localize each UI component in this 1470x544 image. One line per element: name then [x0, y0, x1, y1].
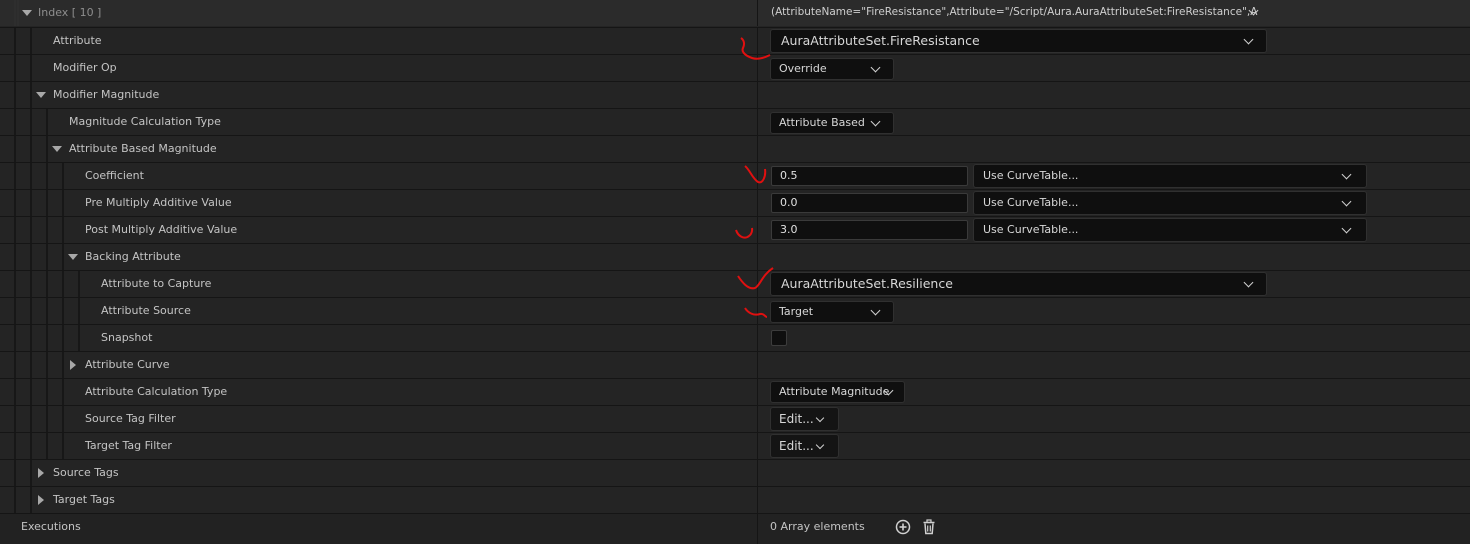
collapse-arrow-icon[interactable]: [22, 10, 32, 16]
magnitude-calc-type-combo[interactable]: Attribute Based: [770, 112, 894, 134]
chevron-down-icon: [1243, 34, 1254, 45]
chevron-down-icon: [870, 116, 881, 127]
coefficient-label: Coefficient: [85, 169, 144, 182]
modifier-op-label: Modifier Op: [53, 61, 117, 74]
add-icon[interactable]: [895, 519, 911, 535]
source-tag-filter-row: Source Tag Filter Edit...: [0, 405, 1470, 432]
modifier-magnitude-label: Modifier Magnitude: [53, 88, 160, 101]
snapshot-checkbox[interactable]: [771, 330, 787, 346]
magnitude-calc-type-row: Magnitude Calculation Type Attribute Bas…: [0, 108, 1470, 135]
attribute-source-combo[interactable]: Target: [770, 301, 894, 323]
chevron-down-icon: [870, 305, 881, 316]
coefficient-curve-combo[interactable]: Use CurveTable...: [973, 164, 1367, 188]
source-tag-filter-edit-button[interactable]: Edit...: [770, 407, 839, 431]
source-tag-filter-label: Source Tag Filter: [85, 412, 176, 425]
attribute-calc-type-row: Attribute Calculation Type Attribute Mag…: [0, 378, 1470, 405]
attribute-combo[interactable]: AuraAttributeSet.FireResistance: [770, 29, 1267, 53]
executions-row: Executions 0 Array elements: [0, 513, 1470, 544]
attribute-label: Attribute: [53, 34, 102, 47]
attribute-calc-type-label: Attribute Calculation Type: [85, 385, 228, 398]
expand-arrow-icon[interactable]: [38, 468, 44, 478]
pre-multiply-curve-combo[interactable]: Use CurveTable...: [973, 191, 1367, 215]
chevron-down-icon: [815, 440, 825, 450]
attribute-source-row: Attribute Source Target: [0, 297, 1470, 324]
chevron-down-icon: [1341, 169, 1352, 180]
post-multiply-label: Post Multiply Additive Value: [85, 223, 238, 236]
source-tags-label: Source Tags: [53, 466, 119, 479]
attribute-curve-row[interactable]: Attribute Curve: [0, 351, 1470, 378]
pre-multiply-label: Pre Multiply Additive Value: [85, 196, 232, 209]
attribute-calc-type-combo[interactable]: Attribute Magnitude: [770, 381, 905, 403]
chevron-down-icon: [870, 62, 881, 73]
backing-attribute-row[interactable]: Backing Attribute: [0, 243, 1470, 270]
grip-rail: [14, 0, 16, 26]
modifier-op-row: Modifier Op Override: [0, 54, 1470, 81]
executions-count: 0 Array elements: [770, 520, 865, 533]
attribute-curve-label: Attribute Curve: [85, 358, 170, 371]
target-tags-row[interactable]: Target Tags: [0, 486, 1470, 513]
modifier-op-combo[interactable]: Override: [770, 58, 894, 80]
post-multiply-input[interactable]: 3.0: [771, 220, 968, 240]
target-tag-filter-label: Target Tag Filter: [85, 439, 172, 452]
collapse-arrow-icon[interactable]: [52, 146, 62, 152]
pre-multiply-input[interactable]: 0.0: [771, 193, 968, 213]
attribute-source-label: Attribute Source: [101, 304, 191, 317]
attribute-to-capture-row: Attribute to Capture AuraAttributeSet.Re…: [0, 270, 1470, 297]
attribute-row: Attribute AuraAttributeSet.FireResistanc…: [0, 27, 1470, 54]
collapse-arrow-icon[interactable]: [68, 254, 78, 260]
column-divider: [757, 0, 758, 26]
coefficient-row: Coefficient 0.5 Use CurveTable...: [0, 162, 1470, 189]
target-tag-filter-row: Target Tag Filter Edit...: [0, 432, 1470, 459]
coefficient-input[interactable]: 0.5: [771, 166, 968, 186]
executions-label: Executions: [21, 520, 81, 533]
attribute-to-capture-label: Attribute to Capture: [101, 277, 212, 290]
index-label: Index [ 10 ]: [38, 6, 102, 19]
index-value: (AttributeName="FireResistance",Attribut…: [771, 6, 1258, 18]
index-row[interactable]: Index [ 10 ] (AttributeName="FireResista…: [0, 0, 1470, 26]
backing-attribute-label: Backing Attribute: [85, 250, 181, 263]
target-tag-filter-edit-button[interactable]: Edit...: [770, 434, 839, 458]
details-panel: Index [ 10 ] (AttributeName="FireResista…: [0, 0, 1470, 544]
magnitude-calc-type-label: Magnitude Calculation Type: [69, 115, 221, 128]
attribute-based-magnitude-row[interactable]: Attribute Based Magnitude: [0, 135, 1470, 162]
modifier-magnitude-row[interactable]: Modifier Magnitude: [0, 81, 1470, 108]
chevron-down-icon: [1341, 223, 1352, 234]
trash-icon[interactable]: [921, 519, 937, 535]
chevron-down-icon: [1243, 277, 1254, 288]
post-multiply-row: Post Multiply Additive Value 3.0 Use Cur…: [0, 216, 1470, 243]
chevron-down-icon: [815, 413, 825, 423]
chevron-down-icon: [1341, 196, 1352, 207]
source-tags-row[interactable]: Source Tags: [0, 459, 1470, 486]
snapshot-row: Snapshot: [0, 324, 1470, 351]
expand-arrow-icon[interactable]: [70, 360, 76, 370]
collapse-arrow-icon[interactable]: [36, 92, 46, 98]
target-tags-label: Target Tags: [53, 493, 115, 506]
attribute-to-capture-combo[interactable]: AuraAttributeSet.Resilience: [770, 272, 1267, 296]
grip-rail: [17, 0, 19, 26]
attribute-based-magnitude-label: Attribute Based Magnitude: [69, 142, 217, 155]
post-multiply-curve-combo[interactable]: Use CurveTable...: [973, 218, 1367, 242]
snapshot-label: Snapshot: [101, 331, 153, 344]
pre-multiply-row: Pre Multiply Additive Value 0.0 Use Curv…: [0, 189, 1470, 216]
expand-arrow-icon[interactable]: [38, 495, 44, 505]
